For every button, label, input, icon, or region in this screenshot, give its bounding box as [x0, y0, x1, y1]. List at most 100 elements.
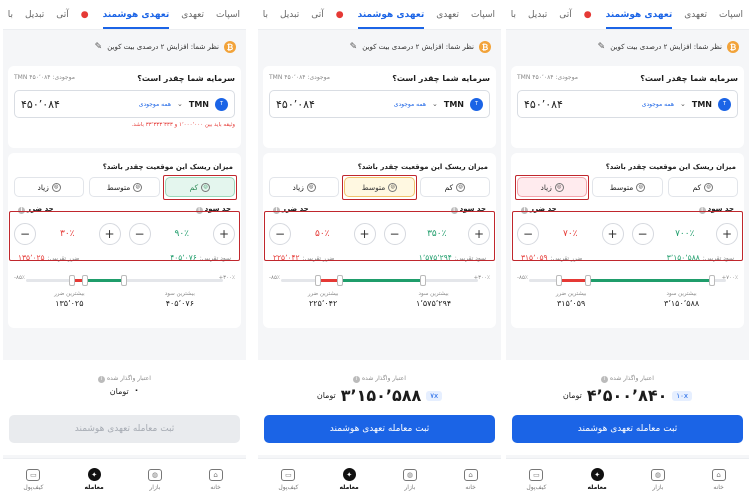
tab-4[interactable]: تبدیل [25, 10, 44, 20]
leverage-badge: ۷x [426, 390, 443, 401]
risk-low-option[interactable]: ◎ کم [667, 177, 738, 197]
submit-smart-margin-button[interactable]: ثبت معامله تعهدی هوشمند [9, 415, 240, 443]
stop-loss-handle[interactable] [555, 275, 562, 286]
tab-0[interactable]: اسپات [719, 10, 743, 20]
nav-item-0[interactable]: ⌂ خانه [440, 459, 501, 500]
info-icon[interactable]: i [601, 376, 609, 383]
take-profit-increase-button[interactable]: + [468, 223, 490, 245]
nav-item-2[interactable]: ✦ معامله [64, 459, 125, 500]
max-loss: بیشترین ضرر ۱۳۵٬۰۲۵ [54, 291, 85, 308]
stop-loss-label: حد ضررi [521, 205, 557, 214]
info-icon[interactable]: i [353, 376, 361, 383]
amount-value: ۴۵۰٬۰۸۴ [21, 97, 60, 111]
risk-card: میزان ریسک این موقعیت چقدر باشد؟ ◎ کم ◎ متوس… [511, 153, 744, 328]
risk-low-option[interactable]: ◎ کم [419, 177, 490, 197]
submit-smart-margin-button[interactable]: ثبت معامله تعهدی هوشمند [512, 415, 743, 443]
amount-input[interactable]: ۴۵۰٬۰۸۴ T TMN ⌄ همه موجودی [269, 90, 490, 118]
tab-1[interactable]: تعهدی [181, 10, 204, 20]
stop-loss-increase-button[interactable]: + [98, 223, 121, 245]
stop-loss-decrease-button[interactable]: − [517, 223, 540, 245]
tab-1[interactable]: تعهدی [684, 10, 707, 20]
tab-0[interactable]: اسپات [216, 10, 240, 20]
risk-medium-option[interactable]: ◎ متوسط [592, 177, 663, 197]
all-balance-button[interactable]: همه موجودی [642, 101, 674, 108]
info-icon[interactable]: i [98, 376, 106, 383]
nav-item-0[interactable]: ⌂ خانه [688, 459, 749, 500]
nav-item-3[interactable]: ▭ کیف‌پول [258, 459, 319, 500]
entry-marker [585, 275, 592, 286]
amount-input[interactable]: ۴۵۰٬۰۸۴ T TMN ⌄ همه موجودی [14, 90, 235, 118]
amount-card: سرمایه شما چقدر است؟ موجودی: ۴۵۰٬۰۸۴ TMN ۴… [263, 66, 496, 148]
take-profit-decrease-button[interactable]: − [631, 223, 654, 245]
risk-question: میزان ریسک این موقعیت چقدر باشد؟ [357, 163, 488, 171]
tab-4[interactable]: تبدیل [280, 10, 299, 20]
stop-loss-increase-button[interactable]: + [601, 223, 624, 245]
tab-5[interactable]: با [8, 10, 13, 20]
nav-item-0[interactable]: ⌂ خانه [185, 459, 246, 500]
info-icon[interactable]: i [195, 207, 203, 214]
amount-input[interactable]: ۴۵۰٬۰۸۴ T TMN ⌄ همه موجودی [517, 90, 738, 118]
risk-high-option[interactable]: ◎ زیاد [14, 177, 85, 197]
take-profit-handle[interactable] [709, 275, 716, 286]
info-icon[interactable]: i [698, 207, 706, 214]
risk-high-option[interactable]: ◎ زیاد [517, 177, 588, 197]
currency-selector[interactable]: T TMN ⌄ همه موجودی [394, 97, 483, 111]
tab-4[interactable]: تبدیل [528, 10, 547, 20]
tab-3[interactable]: آتی [311, 10, 324, 20]
tab-2[interactable]: تعهدی هوشمند [605, 10, 672, 29]
tab-2[interactable]: تعهدی هوشمند [357, 10, 424, 29]
stop-loss-decrease-button[interactable]: − [269, 223, 292, 245]
risk-medium-option[interactable]: ◎ متوسط [344, 177, 415, 197]
take-profit-decrease-button[interactable]: − [383, 223, 406, 245]
nav-item-3[interactable]: ▭ کیف‌پول [3, 459, 64, 500]
nav-item-1[interactable]: ◍ بازار [125, 459, 186, 500]
approx-row: سود تقریبی:۱٬۵۷۵٬۲۹۴ ضرر تقریبی:۲۲۵٬۰۴۲ [269, 253, 490, 262]
loss-segment [558, 279, 589, 282]
take-profit-decrease-button[interactable]: − [128, 223, 151, 245]
edit-icon[interactable]: ✎ [598, 42, 606, 52]
limit-steppers: +۷۰۰٪ − +۷۰٪ − [517, 219, 738, 249]
tab-5[interactable]: با [263, 10, 268, 20]
stop-loss-handle[interactable] [315, 275, 322, 286]
take-profit-handle[interactable] [419, 275, 426, 286]
tab-5[interactable]: با [511, 10, 516, 20]
wallet-icon: ▭ [26, 468, 41, 481]
max-profit-label: بیشترین سود [164, 291, 195, 297]
take-profit-increase-button[interactable]: + [213, 223, 235, 245]
nav-item-1[interactable]: ◍ بازار [628, 459, 689, 500]
limit-steppers: +۹۰٪ − +۳۰٪ − [14, 219, 235, 249]
tab-3[interactable]: آتی [56, 10, 69, 20]
info-icon[interactable]: i [273, 207, 280, 214]
risk-high-option[interactable]: ◎ زیاد [269, 177, 340, 197]
take-profit-increase-button[interactable]: + [716, 223, 738, 245]
risk-option-label: زیاد [540, 182, 552, 192]
risk-option-label: متوسط [106, 182, 131, 192]
edit-icon[interactable]: ✎ [95, 42, 103, 52]
risk-medium-option[interactable]: ◎ متوسط [89, 177, 160, 197]
submit-smart-margin-button[interactable]: ثبت معامله تعهدی هوشمند [264, 415, 495, 443]
info-icon[interactable]: i [521, 207, 528, 214]
nav-item-1[interactable]: ◍ بازار [380, 459, 441, 500]
currency-selector[interactable]: T TMN ⌄ همه موجودی [139, 97, 228, 111]
nav-item-2[interactable]: ✦ معامله [319, 459, 380, 500]
all-balance-button[interactable]: همه موجودی [139, 101, 171, 108]
nav-item-3[interactable]: ▭ کیف‌پول [506, 459, 567, 500]
max-profit-label: بیشترین سود [666, 291, 697, 297]
stop-loss-decrease-button[interactable]: − [14, 223, 37, 245]
edit-icon[interactable]: ✎ [350, 42, 358, 52]
tab-1[interactable]: تعهدی [436, 10, 459, 20]
take-profit-handle[interactable] [120, 275, 127, 286]
stop-loss-increase-button[interactable]: + [353, 223, 376, 245]
risk-low-option[interactable]: ◎ کم [164, 177, 235, 197]
stop-loss-handle[interactable] [69, 275, 76, 286]
tab-0[interactable]: اسپات [471, 10, 495, 20]
tab-2[interactable]: تعهدی هوشمند [102, 10, 169, 29]
amount-question: سرمایه شما چقدر است؟ [392, 74, 490, 83]
currency-selector[interactable]: T TMN ⌄ همه موجودی [642, 97, 731, 111]
tab-3[interactable]: آتی [559, 10, 572, 20]
balance-label: موجودی: ۴۵۰٬۰۸۴ TMN [517, 74, 578, 81]
all-balance-button[interactable]: همه موجودی [394, 101, 426, 108]
info-icon[interactable]: i [450, 207, 458, 214]
info-icon[interactable]: i [18, 207, 25, 214]
nav-item-2[interactable]: ✦ معامله [567, 459, 628, 500]
